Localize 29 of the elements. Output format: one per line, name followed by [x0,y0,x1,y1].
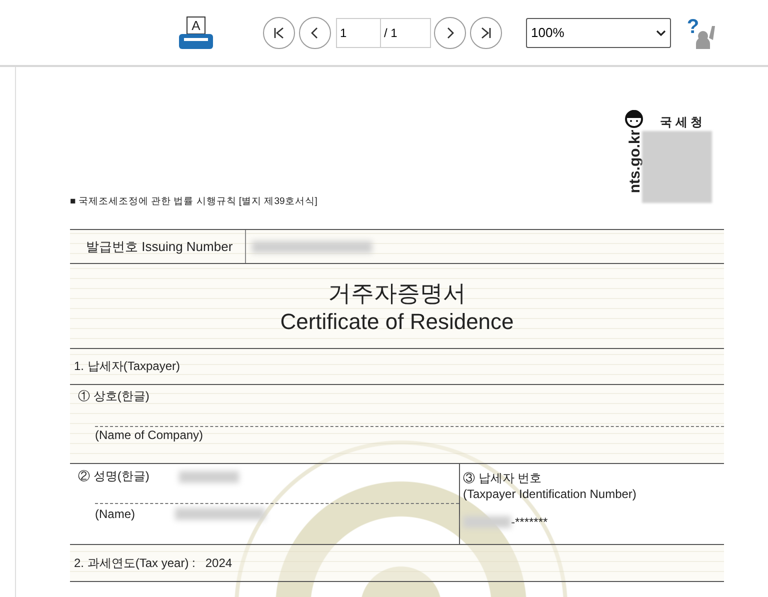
agency-name: 국 세 청 [660,114,703,131]
issuing-number-label: 발급번호 Issuing Number [70,230,246,263]
company-label-english: (Name of Company) [95,428,204,442]
zoom-select[interactable]: 100% [526,18,671,48]
tin-masked-suffix: -******* [511,515,548,529]
qr-code-placeholder [642,131,712,203]
last-page-icon [479,26,493,40]
first-page-icon [272,26,286,40]
last-page-button[interactable] [470,16,502,48]
section-heading: 1. 납세자(Taxpayer) [74,358,180,375]
page-number-field[interactable]: 1 / 1 [336,18,431,48]
certificate-title-korean: 거주자증명서 [328,278,466,308]
chevron-down-icon [656,28,666,36]
page-total: / 1 [383,24,398,42]
tin-label-korean: ③ 납세자 번호 [463,470,542,487]
current-page-value: 1 [337,18,381,46]
redacted-value [463,516,511,528]
certificate-title-english: Certificate of Residence [280,308,514,334]
tin-label-english: (Taxpayer Identification Number) [463,487,636,501]
redacted-value [179,470,240,482]
form-reference-text: ■ 국제조세조정에 관한 법률 시행규칙 [별지 제39호서식] [70,195,318,209]
name-label-english: (Name) [95,507,136,521]
headset-face-icon [624,109,644,131]
tax-year-value: 2024 [205,556,232,570]
company-label-korean: ① 상호(한글) [78,388,150,405]
first-page-button[interactable] [263,16,295,48]
tax-year-label: 2. 과세연도(Tax year) : [74,554,196,572]
website-text: nts.go.kr [626,128,644,196]
name-label-korean: ② 성명(한글) [78,468,150,485]
